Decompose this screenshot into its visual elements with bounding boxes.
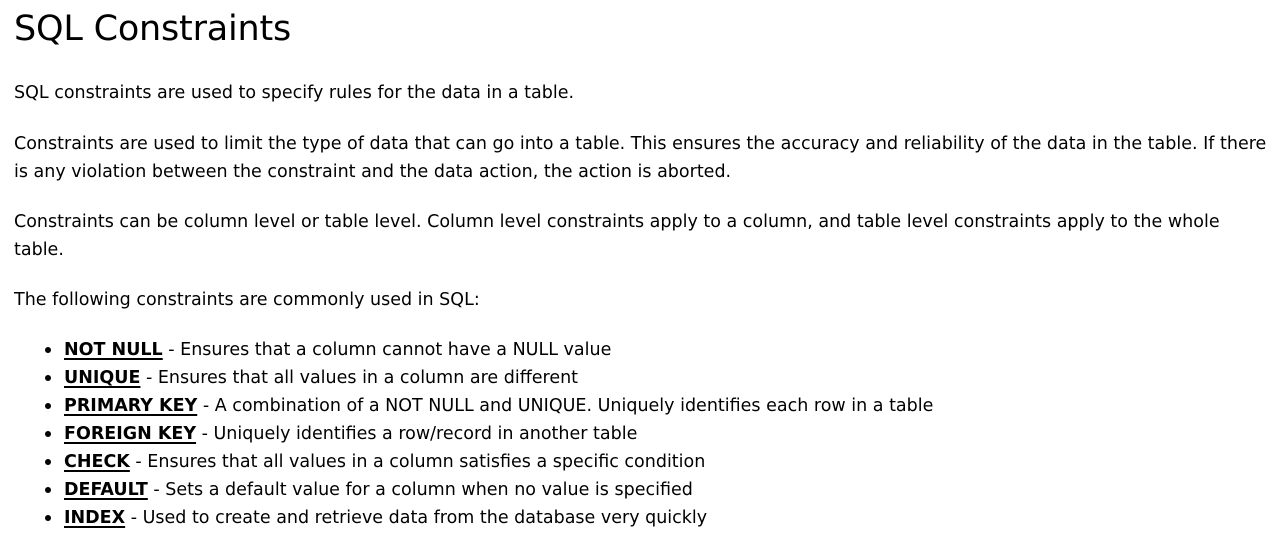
list-item-check: CHECK - Ensures that all values in a col… [45,448,1267,476]
list-item-description: - A combination of a NOT NULL and UNIQUE… [197,396,934,416]
page-title: SQL Constraints [14,9,292,49]
list-item-default: DEFAULT - Sets a default value for a col… [45,476,1267,504]
purpose-paragraph: Constraints are used to limit the type o… [14,134,1267,182]
list-item-not-null: NOT NULL - Ensures that a column cannot … [45,336,1267,364]
levels-paragraph: Constraints can be column level or table… [14,212,1220,260]
bullet-icon [45,431,51,437]
primary-key-link[interactable]: PRIMARY KEY [64,396,197,416]
list-item-description: - Uniquely identifies a row/record in an… [196,424,638,444]
article: SQL Constraints SQL constraints are used… [0,8,1281,532]
list-intro-paragraph: The following constraints are commonly u… [14,290,480,310]
bullet-icon [45,515,51,521]
list-item-description: - Used to create and retrieve data from … [125,508,708,528]
list-item-description: - Sets a default value for a column when… [147,480,693,500]
bullet-icon [45,375,51,381]
intro-paragraph: SQL constraints are used to specify rule… [14,83,575,103]
list-item-description: - Ensures that all values in a column sa… [129,452,706,472]
constraints-list: NOT NULL - Ensures that a column cannot … [14,336,1267,532]
bullet-icon [45,487,51,493]
check-link[interactable]: CHECK [64,452,130,472]
not-null-link[interactable]: NOT NULL [64,340,163,360]
index-link[interactable]: INDEX [64,508,125,528]
list-item-index: INDEX - Used to create and retrieve data… [45,504,1267,532]
bullet-icon [45,403,51,409]
list-item-foreign-key: FOREIGN KEY - Uniquely identifies a row/… [45,420,1267,448]
list-item-primary-key: PRIMARY KEY - A combination of a NOT NUL… [45,392,1267,420]
foreign-key-link[interactable]: FOREIGN KEY [64,424,196,444]
unique-link[interactable]: UNIQUE [64,368,140,388]
default-link[interactable]: DEFAULT [64,480,148,500]
list-item-description: - Ensures that all values in a column ar… [140,368,579,388]
bullet-icon [45,347,51,353]
list-item-description: - Ensures that a column cannot have a NU… [162,340,612,360]
bullet-icon [45,459,51,465]
list-item-unique: UNIQUE - Ensures that all values in a co… [45,364,1267,392]
